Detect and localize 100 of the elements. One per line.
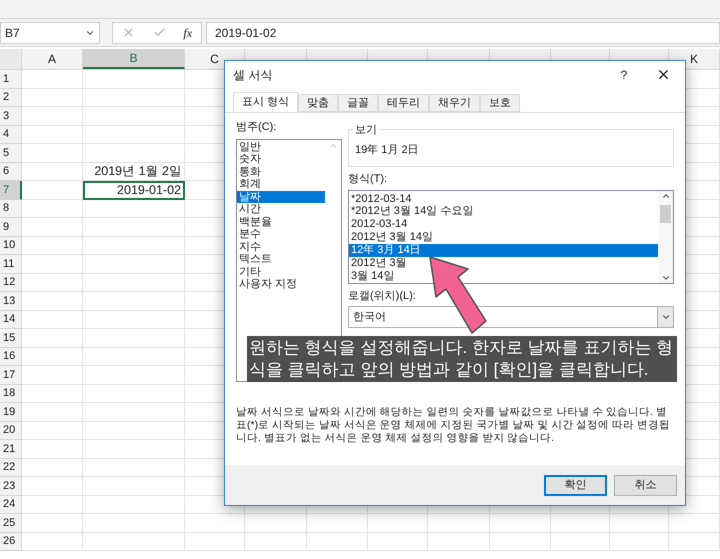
row-header[interactable]: 12 xyxy=(0,274,22,292)
row-header[interactable]: 3 xyxy=(0,107,22,126)
table-cell[interactable] xyxy=(22,236,83,255)
table-cell[interactable] xyxy=(22,496,83,514)
table-cell[interactable] xyxy=(83,88,185,107)
row-header[interactable]: 20 xyxy=(0,422,22,440)
table-cell[interactable] xyxy=(83,144,185,162)
row-header[interactable]: 23 xyxy=(0,477,22,496)
table-cell[interactable] xyxy=(22,292,83,310)
table-cell[interactable] xyxy=(368,514,428,532)
table-cell[interactable] xyxy=(551,514,610,532)
table-cell[interactable] xyxy=(22,348,83,366)
category-item[interactable]: 분수 xyxy=(237,228,325,240)
cancel-icon[interactable] xyxy=(122,26,135,39)
table-cell[interactable] xyxy=(22,144,83,162)
table-cell[interactable] xyxy=(83,274,185,292)
type-item[interactable]: 2012-03-14 xyxy=(349,218,658,232)
table-cell[interactable] xyxy=(22,162,83,181)
row-header[interactable]: 15 xyxy=(0,329,22,348)
table-cell[interactable] xyxy=(22,440,83,458)
help-button[interactable]: ? xyxy=(610,66,638,84)
row-header[interactable]: 10 xyxy=(0,236,22,255)
row-header[interactable]: 1 xyxy=(0,70,22,88)
type-item[interactable]: 2012년 3월 14일 xyxy=(349,231,658,244)
table-cell[interactable] xyxy=(22,274,83,292)
table-cell[interactable] xyxy=(428,514,490,532)
table-cell[interactable] xyxy=(22,70,83,88)
category-item[interactable]: 날짜 xyxy=(237,190,325,203)
table-cell[interactable] xyxy=(83,496,185,514)
table-cell[interactable] xyxy=(22,366,83,384)
type-item[interactable]: 3월 14일 xyxy=(349,270,658,283)
table-cell[interactable] xyxy=(83,292,185,310)
row-header[interactable]: 21 xyxy=(0,440,22,458)
table-cell[interactable] xyxy=(610,514,669,532)
table-cell[interactable] xyxy=(83,310,185,329)
table-cell[interactable] xyxy=(22,181,83,200)
category-item[interactable]: 일반 xyxy=(237,140,325,153)
table-cell[interactable] xyxy=(22,329,83,348)
row-header[interactable]: 16 xyxy=(0,348,22,366)
table-cell[interactable] xyxy=(83,403,185,422)
table-cell[interactable] xyxy=(185,532,245,551)
dialog-button[interactable]: 취소 xyxy=(614,474,677,496)
category-item[interactable]: 회계 xyxy=(237,178,325,190)
dialog-tab[interactable]: 테두리 xyxy=(378,94,430,112)
type-item[interactable]: *2012-03-14 xyxy=(349,192,658,206)
table-cell[interactable] xyxy=(22,88,83,107)
table-cell[interactable] xyxy=(83,477,185,496)
table-cell[interactable] xyxy=(307,532,368,551)
row-header[interactable]: 13 xyxy=(0,292,22,310)
table-cell[interactable] xyxy=(83,236,185,255)
table-cell[interactable] xyxy=(22,514,83,532)
table-cell[interactable] xyxy=(669,514,720,532)
category-item[interactable]: 숫자 xyxy=(237,153,325,166)
row-header[interactable]: 5 xyxy=(0,144,22,162)
type-item[interactable]: *2012년 3월 14일 수요일 xyxy=(349,205,658,218)
table-cell[interactable] xyxy=(22,200,83,218)
table-cell[interactable] xyxy=(245,532,307,551)
table-cell[interactable] xyxy=(83,255,185,274)
dialog-tab[interactable]: 보호 xyxy=(480,94,520,112)
table-cell[interactable] xyxy=(83,200,185,218)
name-box[interactable]: B7 xyxy=(0,22,100,44)
row-header[interactable]: 26 xyxy=(0,532,22,551)
table-cell[interactable] xyxy=(22,218,83,236)
table-cell[interactable] xyxy=(490,532,551,551)
table-cell[interactable] xyxy=(185,514,245,532)
table-cell[interactable] xyxy=(83,218,185,236)
row-header[interactable]: 22 xyxy=(0,458,22,477)
dialog-tab[interactable]: 채우기 xyxy=(429,94,480,112)
table-cell[interactable] xyxy=(22,126,83,144)
table-cell[interactable] xyxy=(22,532,83,551)
column-header[interactable]: B xyxy=(83,49,185,69)
table-cell[interactable] xyxy=(22,255,83,274)
dialog-button[interactable]: 확인 xyxy=(544,474,607,496)
close-icon[interactable] xyxy=(656,67,671,82)
select-all-corner[interactable] xyxy=(0,49,22,69)
table-cell[interactable] xyxy=(22,384,83,403)
locale-dropdown[interactable]: 한국어 xyxy=(348,306,674,328)
row-header[interactable]: 8 xyxy=(0,200,22,218)
table-cell[interactable] xyxy=(83,329,185,348)
row-header[interactable]: 4 xyxy=(0,126,22,144)
formula-input[interactable]: 2019-01-02 xyxy=(206,22,720,44)
table-cell[interactable] xyxy=(22,422,83,440)
table-cell[interactable] xyxy=(669,532,720,551)
table-cell[interactable]: 2019년 1월 2일 xyxy=(83,162,185,181)
dialog-tab[interactable]: 표시 형식 xyxy=(233,92,298,112)
table-cell[interactable] xyxy=(610,532,669,551)
table-cell[interactable] xyxy=(551,532,610,551)
scrollbar[interactable] xyxy=(658,190,673,282)
table-cell[interactable] xyxy=(83,532,185,551)
table-cell[interactable] xyxy=(83,458,185,477)
dialog-tab[interactable]: 맞춤 xyxy=(298,94,338,112)
row-header[interactable]: 14 xyxy=(0,310,22,329)
category-item[interactable]: 기타 xyxy=(237,266,325,278)
table-cell[interactable] xyxy=(83,366,185,384)
table-cell[interactable] xyxy=(83,126,185,144)
row-header[interactable]: 2 xyxy=(0,88,22,107)
category-item[interactable]: 사용자 지정 xyxy=(237,278,325,290)
table-cell[interactable] xyxy=(83,348,185,366)
category-item[interactable]: 텍스트 xyxy=(237,253,325,266)
row-header[interactable]: 18 xyxy=(0,384,22,403)
